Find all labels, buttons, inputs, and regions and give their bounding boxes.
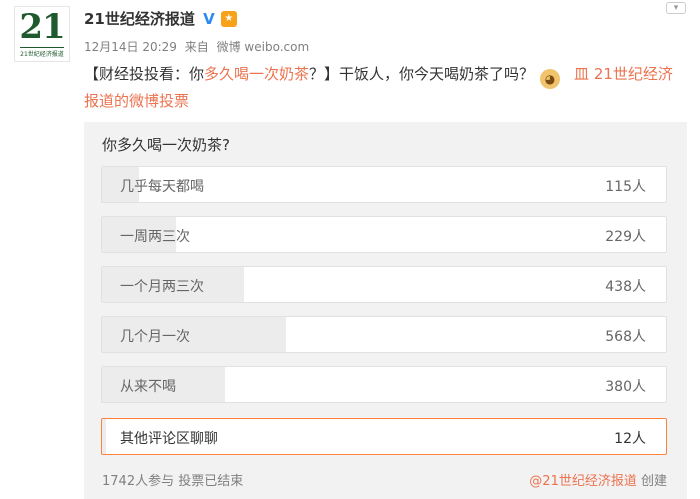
verified-icon[interactable]: V bbox=[201, 10, 217, 28]
vote-option-other[interactable]: 其他评论区聊聊 12人 bbox=[101, 418, 667, 455]
vote-option-label: 几乎每天都喝 bbox=[120, 179, 204, 195]
creator-link[interactable]: @21世纪经济报道 bbox=[529, 474, 637, 489]
source-prefix: 来自 bbox=[184, 40, 209, 54]
vote-stats: 1742人参与 投票已结束 bbox=[102, 470, 243, 489]
vote-option-count: 380人 bbox=[605, 379, 646, 395]
post-text-part2: ？】干饭人，你今天喝奶茶了吗？ bbox=[309, 65, 535, 83]
post-author: 21世纪经济报道 V ★ bbox=[84, 8, 237, 29]
vote-option-count: 568人 bbox=[605, 329, 646, 345]
vote-participants: 1742人参与 bbox=[102, 474, 175, 489]
vote-title: 你多久喝一次奶茶? bbox=[102, 136, 230, 154]
avatar[interactable]: 21 21世纪经济报道 bbox=[14, 6, 70, 62]
vote-option-count: 438人 bbox=[605, 279, 646, 295]
avatar-logo-number: 21 bbox=[19, 7, 65, 47]
avatar-logo-caption: 21世纪经济报道 bbox=[20, 47, 64, 58]
post-text: 【财经投投看：你多久喝一次奶茶？】干饭人，你今天喝奶茶了吗？ ◕ 皿 21世纪经济报… bbox=[84, 62, 684, 113]
post-source[interactable]: 微博 weibo.com bbox=[217, 40, 310, 54]
vote-creator: @21世纪经济报道 创建 bbox=[529, 470, 667, 489]
vote-option[interactable]: 几个月一次 568人 bbox=[101, 316, 667, 353]
vote-link-icon: 皿 bbox=[574, 65, 590, 83]
vote-option[interactable]: 一周两三次 229人 bbox=[101, 216, 667, 253]
medal-icon[interactable]: ★ bbox=[220, 10, 237, 27]
vote-option[interactable]: 几乎每天都喝 115人 bbox=[101, 166, 667, 203]
vote-option-count: 115人 bbox=[605, 179, 646, 195]
vote-option-count: 229人 bbox=[605, 229, 646, 245]
post-timestamp[interactable]: 12月14日 20:29 bbox=[84, 40, 177, 54]
vote-option-label: 一个月两三次 bbox=[120, 279, 204, 295]
post-text-highlight[interactable]: 多久喝一次奶茶 bbox=[204, 65, 309, 83]
post-meta: 12月14日 20:29 来自 微博 weibo.com bbox=[84, 38, 313, 55]
vote-option-label: 其他评论区聊聊 bbox=[120, 431, 218, 447]
chevron-down-icon[interactable]: ▾ bbox=[666, 2, 686, 14]
vote-option-count: 12人 bbox=[614, 431, 646, 447]
vote-option[interactable]: 一个月两三次 438人 bbox=[101, 266, 667, 303]
username-link[interactable]: 21世纪经济报道 bbox=[84, 8, 195, 29]
vote-option[interactable]: 从来不喝 380人 bbox=[101, 366, 667, 403]
vote-option-label: 从来不喝 bbox=[120, 379, 176, 395]
created-label: 创建 bbox=[640, 474, 667, 489]
vote-option-fill bbox=[102, 419, 106, 454]
vote-status: 投票已结束 bbox=[178, 474, 244, 489]
vote-option-label: 一周两三次 bbox=[120, 229, 190, 245]
post-text-part1: 【财经投投看：你 bbox=[84, 65, 205, 83]
vote-option-label: 几个月一次 bbox=[120, 329, 190, 345]
doge-emoji-icon: ◕ bbox=[540, 69, 561, 89]
vote-panel: 你多久喝一次奶茶? 几乎每天都喝 115人 一周两三次 229人 一个月两三次 … bbox=[84, 122, 687, 499]
